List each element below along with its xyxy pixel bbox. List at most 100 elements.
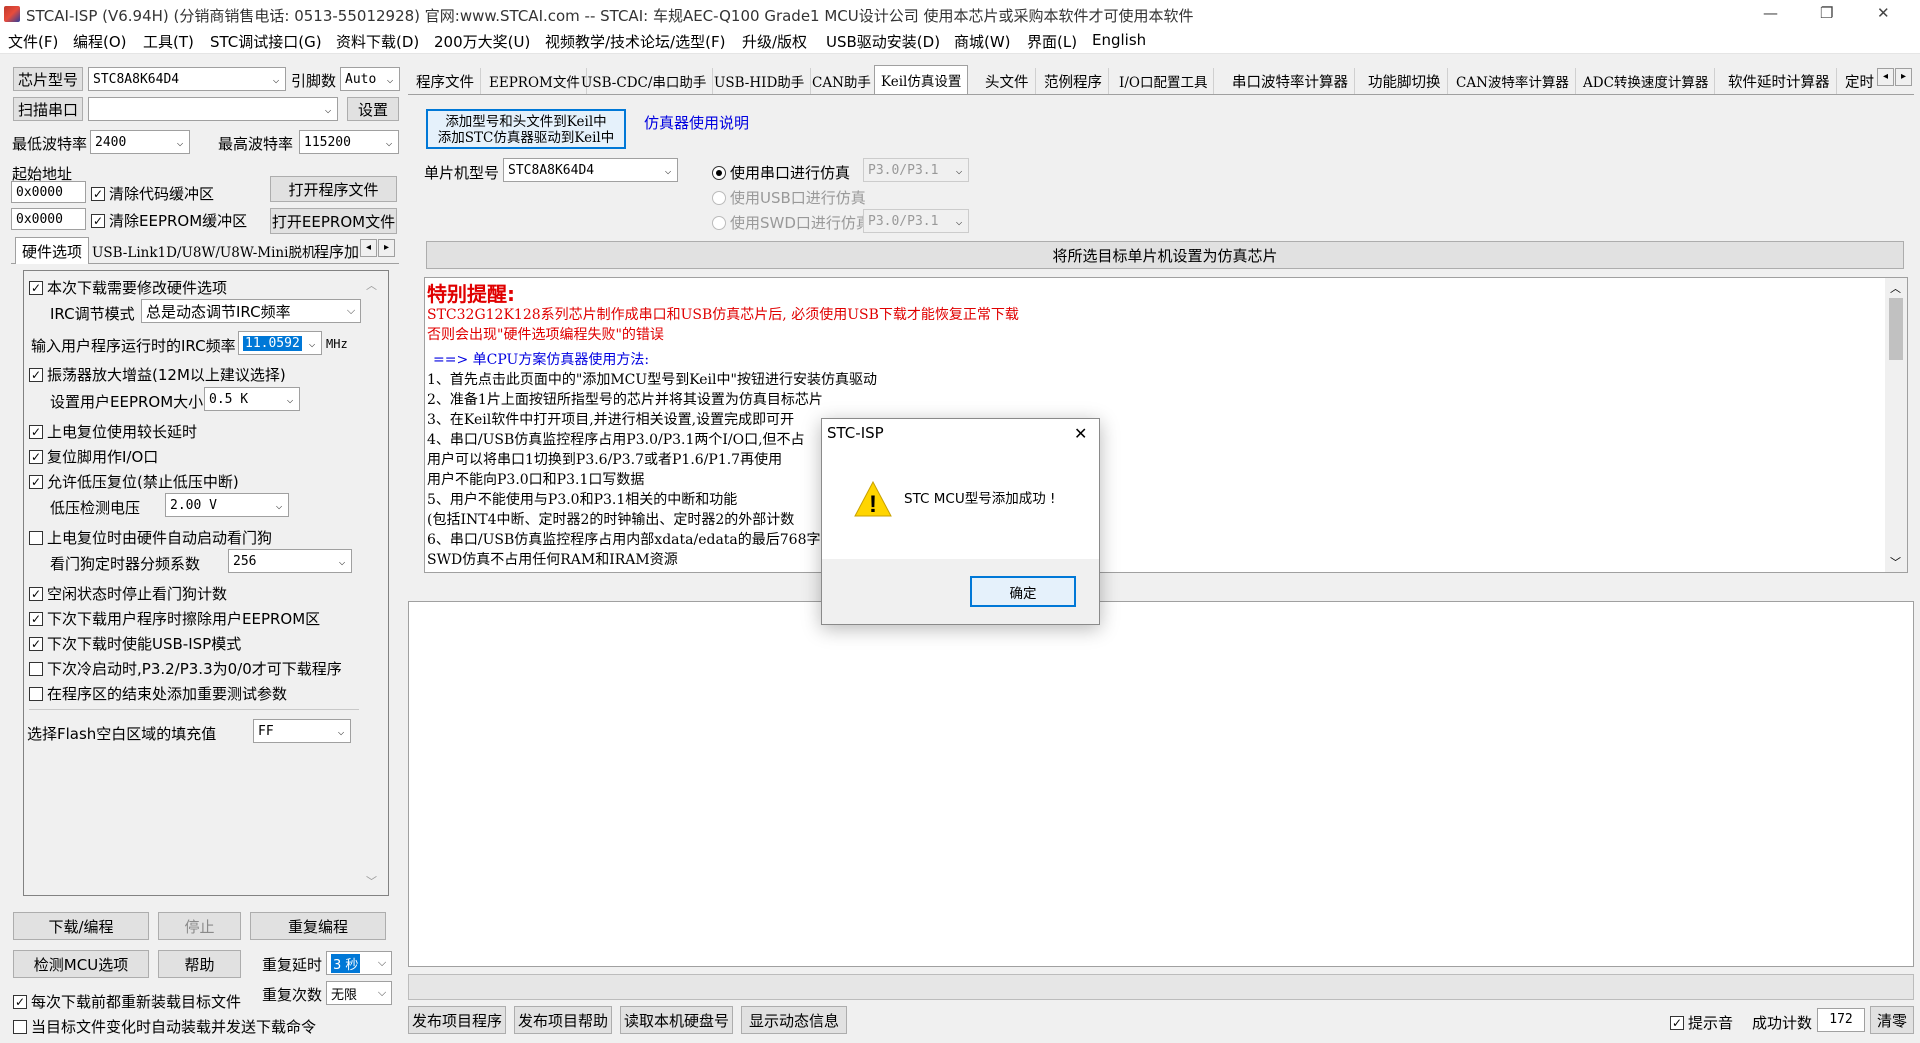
- download-program-button[interactable]: 下载/编程: [13, 912, 149, 940]
- port-settings-button[interactable]: 设置: [347, 97, 399, 121]
- scroll-thumb[interactable]: [1889, 298, 1903, 360]
- auto-send-checkbox[interactable]: 当目标文件变化时自动装载并发送下载命令: [13, 1016, 316, 1037]
- notice-scrollbar[interactable]: ︿ ﹀: [1885, 278, 1907, 572]
- menu-file[interactable]: 文件(F): [8, 31, 58, 52]
- cold-boot-checkbox[interactable]: 下次冷启动时,P3.2/P3.3为0/0才可下载程序: [29, 658, 342, 679]
- eeprom-size-select[interactable]: 0.5 K ⌵: [204, 387, 300, 411]
- repeat-delay-select[interactable]: 3 秒 ⌵: [326, 951, 392, 975]
- publish-project-button[interactable]: 发布项目程序: [408, 1006, 506, 1034]
- menu-tools[interactable]: 工具(T): [143, 31, 194, 52]
- scroll-up-icon[interactable]: ︿: [366, 277, 377, 293]
- add-keil-button[interactable]: 添加型号和头文件到Keil中 添加STC仿真器驱动到Keil中: [426, 109, 626, 149]
- reset-pin-io-checkbox[interactable]: 复位脚用作I/O口: [29, 446, 158, 467]
- sim-serial-radio[interactable]: 使用串口进行仿真: [712, 162, 850, 183]
- output-log[interactable]: [408, 601, 1914, 967]
- chip-model-button[interactable]: 芯片型号: [13, 67, 83, 91]
- pin-count-select[interactable]: Auto ⌵: [340, 67, 400, 91]
- menu-debug[interactable]: STC调试接口(G): [210, 31, 322, 52]
- scan-port-button[interactable]: 扫描串口: [13, 97, 83, 121]
- sim-swd-radio[interactable]: 使用SWD口进行仿真: [712, 212, 871, 233]
- sim-swd-pins-select[interactable]: P3.0/P3.1 ⌵: [863, 209, 969, 233]
- tab-io-config[interactable]: I/O口配置工具: [1113, 68, 1215, 94]
- tab-usb-link[interactable]: USB-Link1D/U8W/U8W-Mini脱机: [92, 241, 315, 261]
- menu-english[interactable]: English: [1092, 31, 1146, 49]
- repeat-count-select[interactable]: 无限 ⌵: [326, 981, 392, 1005]
- tab-usb-cdc[interactable]: USB-CDC/串口助手: [575, 68, 714, 94]
- eeprom-address-input[interactable]: 0x0000: [11, 208, 86, 230]
- low-volt-reset-checkbox[interactable]: 允许低压复位(禁止低压中断): [29, 471, 239, 492]
- menu-download[interactable]: 资料下载(D): [336, 31, 419, 52]
- detect-mcu-button[interactable]: 检测MCU选项: [13, 950, 149, 978]
- add-test-params-checkbox[interactable]: 在程序区的结束处添加重要测试参数: [29, 683, 287, 704]
- tab-uart-baud[interactable]: 串口波特率计算器: [1226, 68, 1355, 94]
- tab-scroll-right-icon[interactable]: ▸: [378, 239, 395, 257]
- menu-usb-driver[interactable]: USB驱动安装(D): [826, 31, 940, 52]
- reprogram-button[interactable]: 重复编程: [250, 912, 386, 940]
- tab-adc-speed[interactable]: ADC转换速度计算器: [1577, 68, 1716, 94]
- flash-fill-select[interactable]: FF ⌵: [253, 719, 351, 743]
- min-baud-select[interactable]: 2400 ⌵: [90, 130, 190, 154]
- sim-serial-pins-select[interactable]: P3.0/P3.1 ⌵: [863, 158, 969, 182]
- menu-ui[interactable]: 界面(L): [1027, 31, 1077, 52]
- publish-help-button[interactable]: 发布项目帮助: [514, 1006, 612, 1034]
- reload-each-checkbox[interactable]: 每次下载前都重新装载目标文件: [13, 991, 241, 1012]
- tab-scroll-right-icon[interactable]: ▸: [1895, 68, 1912, 86]
- tab-pin-switch[interactable]: 功能脚切换: [1362, 68, 1448, 94]
- tab-keil-sim[interactable]: Keil仿真设置: [874, 65, 969, 94]
- irc-mode-select[interactable]: 总是动态调节IRC频率 ⌵: [141, 299, 361, 323]
- clear-code-buffer-checkbox[interactable]: 清除代码缓冲区: [91, 183, 214, 204]
- open-program-button[interactable]: 打开程序文件: [270, 176, 397, 202]
- wdt-auto-checkbox[interactable]: 上电复位时由硬件自动启动看门狗: [29, 527, 272, 548]
- menu-award[interactable]: 200万大奖(U): [434, 31, 530, 52]
- dialog-ok-button[interactable]: 确定: [970, 576, 1076, 607]
- minimize-icon[interactable]: —: [1763, 4, 1778, 22]
- mcu-model-select[interactable]: STC8A8K64D4 ⌵: [503, 158, 678, 182]
- menu-program[interactable]: 编程(O): [73, 31, 127, 52]
- chip-model-select[interactable]: STC8A8K64D4 ⌵: [88, 67, 286, 91]
- tab-timer[interactable]: 定时: [1839, 68, 1877, 94]
- stop-button[interactable]: 停止: [158, 912, 241, 940]
- menu-video[interactable]: 视频教学/技术论坛/选型(F): [545, 31, 725, 52]
- usb-isp-checkbox[interactable]: 下次下载时使能USB-ISP模式: [29, 633, 241, 654]
- erase-eeprom-checkbox[interactable]: 下次下载用户程序时擦除用户EEPROM区: [29, 608, 320, 629]
- scroll-down-icon[interactable]: ﹀: [1890, 554, 1901, 570]
- close-icon[interactable]: ✕: [1877, 4, 1890, 22]
- tab-can-helper[interactable]: CAN助手: [806, 68, 878, 94]
- osc-gain-checkbox[interactable]: 振荡器放大增益(12M以上建议选择): [29, 364, 286, 385]
- tab-examples[interactable]: 范例程序: [1038, 68, 1109, 94]
- tab-header-file[interactable]: 头文件: [979, 68, 1036, 94]
- modify-hw-checkbox[interactable]: 本次下载需要修改硬件选项: [29, 277, 227, 298]
- power-reset-delay-checkbox[interactable]: 上电复位使用较长延时: [29, 421, 197, 442]
- low-volt-select[interactable]: 2.00 V ⌵: [165, 493, 289, 517]
- sim-usb-radio[interactable]: 使用USB口进行仿真: [712, 187, 866, 208]
- open-eeprom-button[interactable]: 打开EEPROM文件: [270, 208, 397, 234]
- tab-soft-delay[interactable]: 软件延时计算器: [1722, 68, 1837, 94]
- tab-program-file[interactable]: 程序文件: [410, 68, 481, 94]
- tab-scroll-left-icon[interactable]: ◂: [1877, 68, 1894, 86]
- clear-eeprom-buffer-checkbox[interactable]: 清除EEPROM缓冲区: [91, 210, 247, 231]
- restore-icon[interactable]: ❐: [1820, 4, 1833, 22]
- wdt-div-select[interactable]: 256 ⌵: [228, 549, 352, 573]
- options-scrollbar[interactable]: ︿ ﹀: [364, 277, 384, 889]
- help-button[interactable]: 帮助: [158, 950, 241, 978]
- beep-checkbox[interactable]: 提示音: [1670, 1012, 1733, 1033]
- show-dynamic-button[interactable]: 显示动态信息: [741, 1006, 847, 1034]
- tab-scroll-left-icon[interactable]: ◂: [360, 239, 377, 257]
- scroll-up-icon[interactable]: ︿: [1890, 280, 1901, 296]
- tab-eeprom-file[interactable]: EEPROM文件: [483, 68, 587, 94]
- dialog-close-icon[interactable]: ✕: [1074, 424, 1087, 443]
- set-target-sim-button[interactable]: 将所选目标单片机设置为仿真芯片: [426, 241, 1904, 269]
- tab-can-baud[interactable]: CAN波特率计算器: [1450, 68, 1576, 94]
- menu-upgrade[interactable]: 升级/版权: [742, 31, 807, 52]
- clear-count-button[interactable]: 清零: [1870, 1006, 1914, 1034]
- irc-freq-select[interactable]: 11.0592 ⌵: [238, 331, 322, 355]
- code-address-input[interactable]: 0x0000: [11, 181, 86, 203]
- max-baud-select[interactable]: 115200 ⌵: [299, 130, 399, 154]
- sim-help-link[interactable]: 仿真器使用说明: [644, 112, 749, 133]
- tab-program-add[interactable]: 程序加: [314, 241, 359, 262]
- read-disk-button[interactable]: 读取本机硬盘号: [620, 1006, 733, 1034]
- tab-hardware-options[interactable]: 硬件选项: [15, 237, 90, 264]
- port-select[interactable]: ⌵: [88, 97, 338, 121]
- menu-shop[interactable]: 商城(W): [954, 31, 1011, 52]
- scroll-down-icon[interactable]: ﹀: [366, 873, 377, 889]
